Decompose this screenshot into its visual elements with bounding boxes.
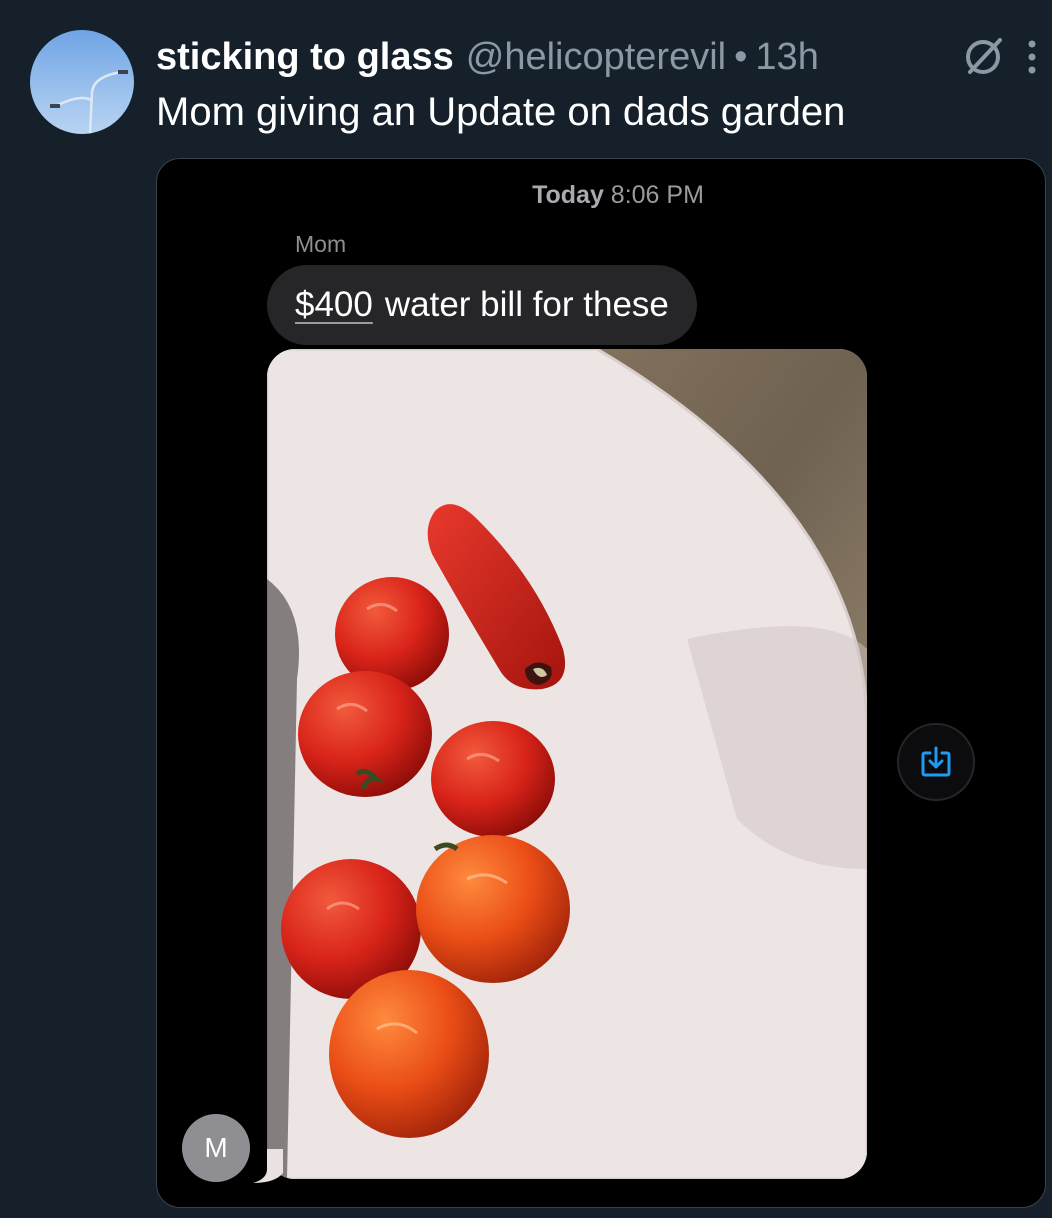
more-vertical-icon[interactable] bbox=[1026, 37, 1038, 77]
profile-avatar[interactable] bbox=[30, 30, 134, 134]
bubble-tail bbox=[253, 1149, 283, 1183]
tweet-timestamp[interactable]: 13h bbox=[755, 34, 818, 80]
grok-icon[interactable] bbox=[960, 34, 1006, 80]
tweet-media[interactable]: Today 8:06 PM Mom $400 water bill for th… bbox=[156, 158, 1046, 1208]
message-sender: Mom bbox=[295, 231, 347, 257]
tomatoes-photo[interactable] bbox=[267, 349, 867, 1179]
message-bubble: $400 water bill for these bbox=[267, 265, 697, 345]
tomatoes-photo-drawing bbox=[267, 349, 867, 1179]
detected-amount-link[interactable]: $400 bbox=[295, 285, 373, 325]
user-handle[interactable]: @helicopterevil bbox=[466, 34, 726, 80]
message-text: water bill for these bbox=[384, 285, 669, 324]
header-actions bbox=[960, 34, 1038, 80]
message-day: Today bbox=[532, 181, 604, 209]
tweet-text: Mom giving an Update on dads garden bbox=[156, 90, 846, 134]
streetlight-icon bbox=[50, 70, 128, 134]
message-time: 8:06 PM bbox=[610, 181, 704, 209]
tweet-header: sticking to glass @helicopterevil • 13h bbox=[156, 34, 902, 84]
tweet[interactable]: sticking to glass @helicopterevil • 13h … bbox=[0, 0, 1052, 1218]
message-timestamp: Today 8:06 PM bbox=[157, 181, 1045, 210]
save-image-icon bbox=[921, 746, 951, 777]
separator-dot: • bbox=[734, 36, 748, 78]
display-name[interactable]: sticking to glass bbox=[156, 34, 454, 80]
sender-avatar: M bbox=[182, 1114, 250, 1182]
save-image-button[interactable] bbox=[897, 723, 975, 801]
